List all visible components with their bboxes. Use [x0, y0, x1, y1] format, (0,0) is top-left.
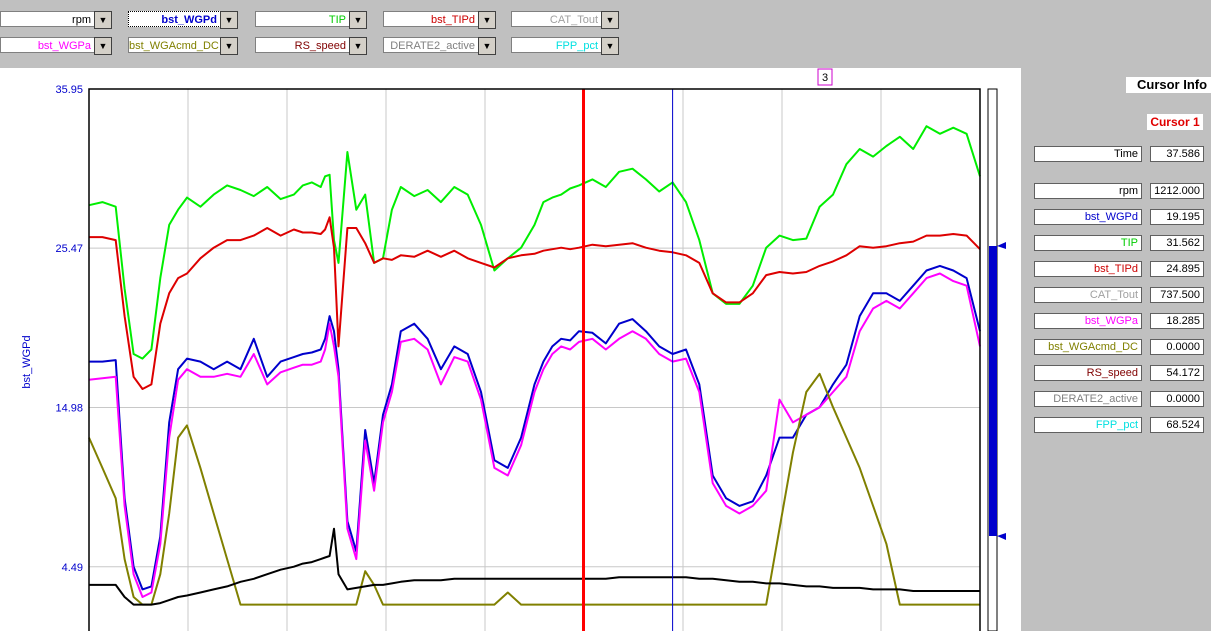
cursor-info-value: 737.500 [1150, 287, 1204, 303]
y-tick-label: 35.95 [55, 84, 83, 96]
series-line-bst-wgacmd-dc [88, 372, 980, 606]
dropdown-arrow-icon[interactable]: ▼ [94, 37, 112, 55]
dropdown-arrow-icon[interactable]: ▼ [94, 11, 112, 29]
channel-select-label: bst_WGPd [128, 11, 221, 27]
channel-select-label: CAT_Tout [511, 11, 602, 27]
cursor-info-value: 24.895 [1150, 261, 1204, 277]
cursor-info-value: 0.0000 [1150, 339, 1204, 355]
y-tick-label: 14.98 [55, 402, 83, 414]
channel-select-label: TIP [255, 11, 350, 27]
cursor-info-value: 19.195 [1150, 209, 1204, 225]
cursor-info-name: FPP_pct [1034, 417, 1142, 433]
y-tick-label: 25.47 [55, 243, 83, 255]
cursor-info-name: CAT_Tout [1034, 287, 1142, 303]
cursor-info-name: bst_WGPa [1034, 313, 1142, 329]
marker-label: 3 [822, 72, 828, 84]
cursor-info-value: 54.172 [1150, 365, 1204, 381]
cursor-info-value: 37.586 [1150, 146, 1204, 162]
cursor-info-value: 68.524 [1150, 417, 1204, 433]
channel-select-label: RS_speed [255, 37, 350, 53]
channel-select-label: bst_WGAcmd_DC [128, 37, 221, 53]
dropdown-arrow-icon[interactable]: ▼ [601, 11, 619, 29]
cursor-info-name: DERATE2_active [1034, 391, 1142, 407]
dropdown-arrow-icon[interactable]: ▼ [478, 11, 496, 29]
dropdown-arrow-icon[interactable]: ▼ [349, 11, 367, 29]
cursor-info-name: rpm [1034, 183, 1142, 199]
dropdown-arrow-icon[interactable]: ▼ [478, 37, 496, 55]
cursor-info-panel: Cursor Info Cursor 1 Time 37.586 rpm 1212.0… [1021, 68, 1211, 631]
plot-panel: 35.9525.4714.984.490.00bst_WGPd3 [0, 68, 1021, 631]
cursor-info-name: bst_TIPd [1034, 261, 1142, 277]
cursor-info-name: Time [1034, 146, 1142, 162]
dropdown-arrow-icon[interactable]: ▼ [220, 37, 238, 55]
cursor-info-name: bst_WGPd [1034, 209, 1142, 225]
cursor-info-name: bst_WGAcmd_DC [1034, 339, 1142, 355]
dropdown-arrow-icon[interactable]: ▼ [349, 37, 367, 55]
scroll-range-bottom-handle-icon[interactable] [997, 533, 1006, 540]
channel-select-label: FPP_pct [511, 37, 602, 53]
cursor-info-value: 31.562 [1150, 235, 1204, 251]
cursor-info-value: 1212.000 [1150, 183, 1204, 199]
channel-toolbar: rpm ▼ bst_WGPd ▼ TIP ▼ bst_TIPd ▼ CAT_Tout ▼ bst_W… [0, 0, 1211, 68]
channel-select-label: rpm [0, 11, 95, 27]
chart[interactable]: 35.9525.4714.984.490.00bst_WGPd3 [0, 68, 1021, 631]
dropdown-arrow-icon[interactable]: ▼ [220, 11, 238, 29]
y-tick-label: 4.49 [62, 562, 83, 574]
cursor-info-title: Cursor Info [1126, 77, 1211, 93]
channel-select-label: bst_WGPa [0, 37, 95, 53]
channel-select-label: DERATE2_active [383, 37, 479, 53]
cursor-info-value: 0.0000 [1150, 391, 1204, 407]
scrollbar-thumb[interactable] [989, 246, 997, 536]
scroll-range-top-handle-icon[interactable] [997, 242, 1006, 249]
plot-frame [88, 88, 981, 631]
cursor-info-name: TIP [1034, 235, 1142, 251]
cursor-info-value: 18.285 [1150, 313, 1204, 329]
cursor-info-name: RS_speed [1034, 365, 1142, 381]
dropdown-arrow-icon[interactable]: ▼ [601, 37, 619, 55]
y-axis-label: bst_WGPd [21, 335, 33, 388]
channel-select-label: bst_TIPd [383, 11, 479, 27]
cursor-1-label: Cursor 1 [1147, 114, 1203, 130]
